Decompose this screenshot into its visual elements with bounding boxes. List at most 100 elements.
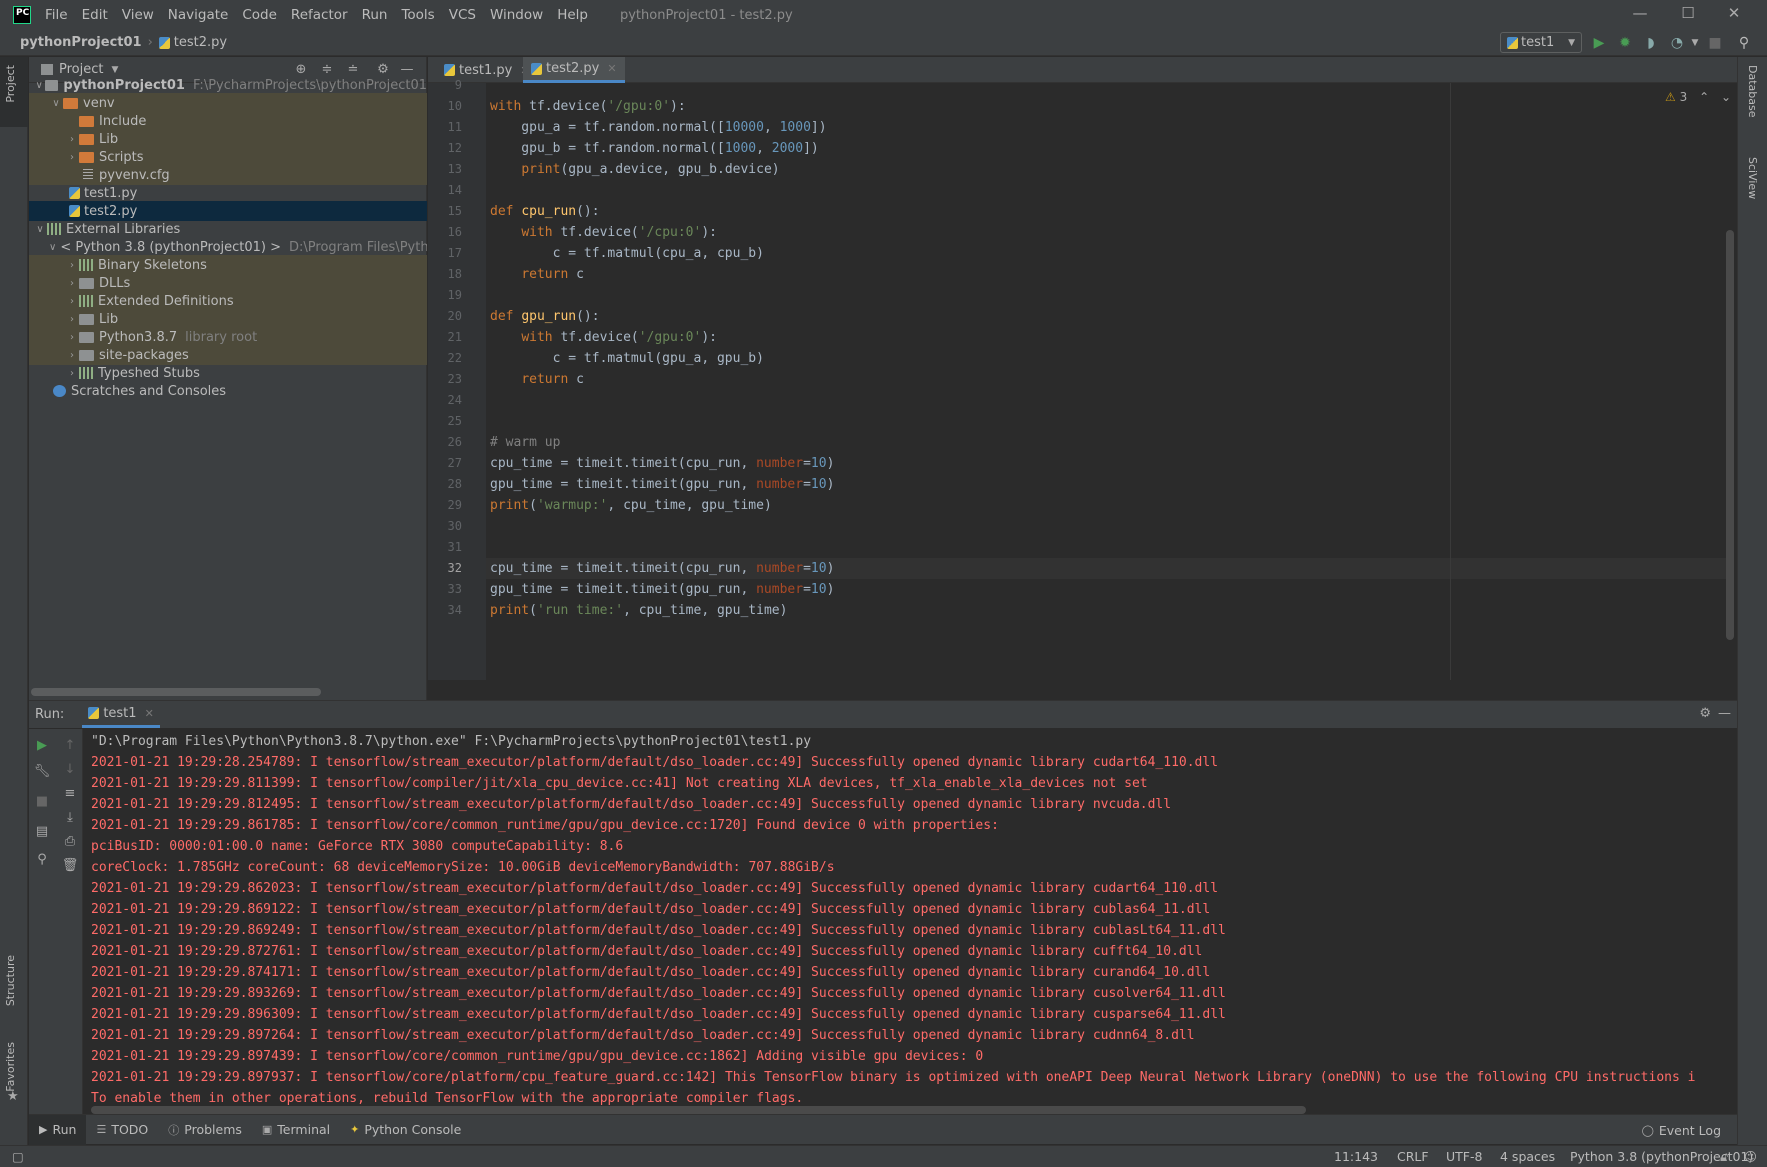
gear-icon[interactable]: ⚙: [1699, 706, 1711, 721]
vertical-scrollbar[interactable]: [1726, 230, 1734, 640]
tree-item-project-root[interactable]: ∨ pythonProject01 F:\PycharmProjects\pyt…: [29, 75, 427, 95]
search-icon[interactable]: ⚲: [1735, 34, 1753, 52]
tool-window-terminal[interactable]: ▣ Terminal: [252, 1115, 340, 1145]
minimize-icon[interactable]: —: [1628, 4, 1652, 26]
stop-icon[interactable]: ■: [33, 793, 51, 811]
tree-item-typeshed-stubs[interactable]: › Typeshed Stubs: [29, 363, 427, 383]
tree-item-label: Binary Skeletons: [98, 257, 207, 273]
close-icon[interactable]: ✕: [145, 707, 154, 720]
tree-item-scripts[interactable]: › Scripts: [29, 147, 427, 167]
pin-icon[interactable]: ⚲: [33, 851, 51, 869]
tree-item-external-libraries[interactable]: ∨ External Libraries: [29, 219, 427, 239]
code-editor[interactable]: with tf.device('/gpu:0'): gpu_a = tf.ran…: [486, 83, 1734, 680]
run-icon[interactable]: ▶: [1590, 34, 1608, 52]
rerun-icon[interactable]: ▶: [33, 737, 51, 755]
run-tab-test1[interactable]: test1 ✕: [82, 701, 160, 728]
inspection-widget[interactable]: ⚠ 3 ⌃ ⌄: [1665, 90, 1731, 104]
debug-icon[interactable]: ✹: [1616, 34, 1634, 52]
breadcrumb-file[interactable]: test2.py: [174, 35, 227, 50]
horizontal-scrollbar[interactable]: [31, 688, 321, 696]
tree-item-python387[interactable]: › Python3.8.7 library root: [29, 327, 427, 347]
folder-icon: [63, 97, 78, 109]
toggle-tool-windows-icon[interactable]: ▢: [12, 1149, 24, 1164]
menu-window[interactable]: Window: [490, 7, 543, 23]
run-tab-label: test1: [103, 705, 137, 721]
horizontal-scrollbar[interactable]: [91, 1106, 1306, 1114]
indent-setting[interactable]: 4 spaces: [1500, 1149, 1555, 1164]
menu-navigate[interactable]: Navigate: [168, 7, 229, 23]
chevron-right-icon: ›: [70, 295, 74, 307]
chevron-right-icon: ›: [70, 349, 74, 361]
profile-icon[interactable]: ◔: [1668, 34, 1686, 52]
menu-edit[interactable]: Edit: [82, 7, 108, 23]
menu-help[interactable]: Help: [557, 7, 588, 23]
tree-item-sdk-lib[interactable]: › Lib: [29, 309, 427, 329]
tool-window-python-console[interactable]: ✦ Python Console: [340, 1115, 471, 1145]
line-number: 24: [447, 393, 462, 407]
chevron-down-icon[interactable]: ▼: [111, 65, 118, 75]
arrow-down-icon[interactable]: ↓: [61, 761, 79, 779]
menu-tools[interactable]: Tools: [401, 7, 434, 23]
code-line-33: gpu_time = timeit.timeit(gpu_run, number…: [490, 582, 835, 597]
maximize-icon[interactable]: ☐: [1676, 4, 1700, 26]
tool-window-run[interactable]: ▶ Run: [29, 1114, 87, 1145]
tree-item-label: Extended Definitions: [98, 293, 234, 309]
menu-run[interactable]: Run: [362, 7, 388, 23]
menu-file[interactable]: File: [45, 7, 68, 23]
chevron-up-icon[interactable]: ⌃: [1699, 90, 1709, 104]
tool-window-problems[interactable]: ⓘ Problems: [158, 1115, 252, 1145]
soft-wrap-icon[interactable]: ≡: [61, 785, 79, 803]
caret-position[interactable]: 11:143: [1334, 1149, 1378, 1164]
tree-item-extended-definitions[interactable]: › Extended Definitions: [29, 291, 427, 311]
tree-item-binary-skeletons[interactable]: › Binary Skeletons: [29, 255, 427, 275]
tree-item-venv[interactable]: ∨ venv: [29, 93, 427, 113]
tool-tab-sciview[interactable]: SciView: [1746, 157, 1759, 199]
console-line: 2021-01-21 19:29:29.897439: I tensorflow…: [91, 1049, 984, 1064]
console-line: 2021-01-21 19:29:29.897264: I tensorflow…: [91, 1028, 1195, 1043]
tool-window-todo[interactable]: ☰ TODO: [86, 1115, 158, 1145]
menu-refactor[interactable]: Refactor: [291, 7, 348, 23]
tool-tab-database[interactable]: Database: [1746, 65, 1759, 118]
tree-item-include[interactable]: Include: [29, 111, 427, 131]
tree-item-dlls[interactable]: › DLLs: [29, 273, 427, 293]
tool-tab-structure[interactable]: Structure: [4, 955, 17, 1006]
scroll-to-end-icon[interactable]: ⤓: [61, 809, 79, 827]
menu-vcs[interactable]: VCS: [449, 7, 476, 23]
wrench-icon[interactable]: 🔧︎: [33, 763, 51, 781]
tree-item-scratches[interactable]: Scratches and Consoles: [29, 381, 427, 401]
tree-item-test2-py[interactable]: test2.py: [29, 201, 427, 221]
menu-code[interactable]: Code: [242, 7, 277, 23]
notifications-icon[interactable]: ☺: [1744, 1149, 1757, 1164]
tree-item-lib[interactable]: › Lib: [29, 129, 427, 149]
tool-window-event-log[interactable]: ◯ Event Log: [1642, 1115, 1721, 1145]
trash-icon[interactable]: 🗑︎: [61, 857, 79, 875]
breadcrumb-project[interactable]: pythonProject01: [20, 35, 142, 50]
tool-tab-project[interactable]: Project: [4, 65, 17, 103]
print-icon[interactable]: ⎙: [61, 833, 79, 851]
close-icon[interactable]: ✕: [607, 62, 616, 75]
tree-item-test1-py[interactable]: test1.py: [29, 183, 427, 203]
lock-icon[interactable]: 🔓︎: [1720, 1149, 1728, 1165]
file-encoding[interactable]: UTF-8: [1446, 1149, 1482, 1164]
console-line: 2021-01-21 19:29:29.893269: I tensorflow…: [91, 986, 1226, 1001]
layout-icon[interactable]: ▤: [33, 823, 51, 841]
tree-item-python-sdk[interactable]: ∨ < Python 3.8 (pythonProject01) > D:\Pr…: [29, 237, 427, 257]
line-separator[interactable]: CRLF: [1397, 1149, 1429, 1164]
folder-icon: [79, 133, 94, 145]
coverage-icon[interactable]: ◗: [1642, 34, 1660, 52]
chevron-down-icon[interactable]: ▼: [1686, 34, 1704, 52]
tab-test2-py[interactable]: test2.py ✕: [523, 57, 625, 83]
menu-view[interactable]: View: [122, 7, 154, 23]
hide-icon[interactable]: —: [1718, 706, 1731, 721]
run-config-selector[interactable]: test1 ▼: [1500, 32, 1582, 53]
console-line: 2021-01-21 19:29:29.812495: I tensorflow…: [91, 797, 1172, 812]
tree-item-pyvenv-cfg[interactable]: pyvenv.cfg: [29, 165, 427, 185]
tool-tab-favorites[interactable]: Favorites: [4, 1042, 17, 1092]
line-number: 9: [454, 78, 462, 92]
tree-item-site-packages[interactable]: › site-packages: [29, 345, 427, 365]
close-icon[interactable]: ✕: [1722, 4, 1746, 26]
stop-icon[interactable]: ■: [1706, 34, 1724, 52]
console-output[interactable]: "D:\Program Files\Python\Python3.8.7\pyt…: [91, 731, 1731, 1111]
arrow-up-icon[interactable]: ↑: [61, 737, 79, 755]
chevron-down-icon[interactable]: ⌄: [1721, 90, 1731, 104]
